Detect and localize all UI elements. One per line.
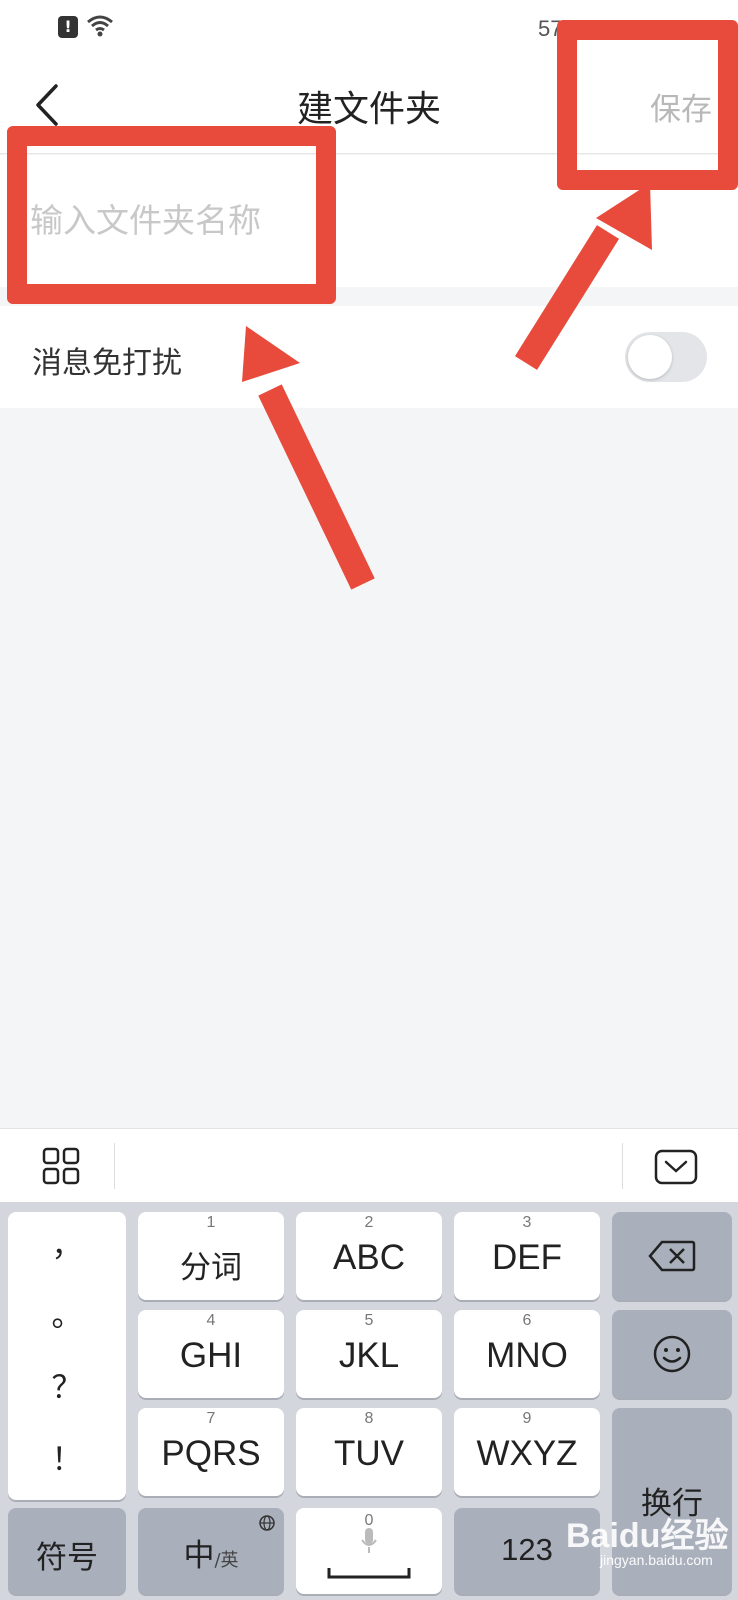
- key-7[interactable]: 7 PQRS: [138, 1408, 284, 1496]
- key-6[interactable]: 6 MNO: [454, 1310, 600, 1398]
- do-not-disturb-label: 消息免打扰: [32, 346, 182, 381]
- key-label: 分词: [180, 1250, 242, 1286]
- do-not-disturb-row: 消息免打扰: [0, 306, 738, 408]
- key-number: 9: [522, 1410, 532, 1427]
- watermark-logo: Baidu经验: [566, 1517, 729, 1555]
- key-2[interactable]: 2 ABC: [296, 1212, 442, 1300]
- key-label: TUV: [334, 1434, 404, 1473]
- keyboard-toolbar: [0, 1128, 738, 1202]
- space-bar-icon: [327, 1568, 411, 1579]
- key-label: PQRS: [161, 1434, 261, 1473]
- language-main: 中: [183, 1538, 215, 1574]
- alert-icon: !: [58, 16, 78, 38]
- symbol-label: 符号: [36, 1540, 98, 1576]
- key-number: 7: [206, 1410, 216, 1427]
- key-number: 1: [206, 1214, 216, 1231]
- language-label: 中/英: [138, 1530, 284, 1575]
- key-label: DEF: [492, 1238, 562, 1277]
- key-label: JKL: [338, 1336, 400, 1375]
- punct-question-key[interactable]: ？: [8, 1362, 126, 1407]
- toolbar-divider: [114, 1143, 115, 1189]
- key-1[interactable]: 1 分词: [138, 1212, 284, 1300]
- microphone-icon: [361, 1528, 377, 1553]
- key-number: 5: [364, 1312, 374, 1329]
- key-4[interactable]: 4 GHI: [138, 1310, 284, 1398]
- key-number: 8: [364, 1410, 374, 1427]
- keyboard-hide-icon[interactable]: [654, 1149, 698, 1185]
- wifi-icon: [87, 15, 113, 37]
- language-switch-key[interactable]: 中/英: [138, 1508, 284, 1594]
- annotation-box-save: [557, 20, 738, 190]
- language-sub: /英: [214, 1550, 239, 1571]
- key-5[interactable]: 5 JKL: [296, 1310, 442, 1398]
- key-8[interactable]: 8 TUV: [296, 1408, 442, 1496]
- space-key[interactable]: 0: [296, 1508, 442, 1594]
- key-9[interactable]: 9 WXYZ: [454, 1408, 600, 1496]
- punct-comma-key[interactable]: ，: [8, 1220, 126, 1265]
- backspace-icon: [648, 1240, 696, 1272]
- key-label: WXYZ: [476, 1434, 578, 1473]
- key-number: 6: [522, 1312, 532, 1329]
- toggle-knob: [628, 335, 672, 379]
- key-number: 4: [206, 1312, 216, 1329]
- punct-exclaim-key[interactable]: ！: [8, 1434, 126, 1479]
- backspace-key[interactable]: [612, 1212, 732, 1300]
- emoji-key[interactable]: [612, 1310, 732, 1398]
- toolbar-divider: [622, 1143, 623, 1189]
- grid-icon[interactable]: [42, 1147, 80, 1185]
- key-3[interactable]: 3 DEF: [454, 1212, 600, 1300]
- annotation-box-input: [7, 126, 336, 304]
- punctuation-column: ， 。 ？ ！: [8, 1212, 126, 1500]
- key-number: 2: [364, 1214, 374, 1231]
- watermark-url: jingyan.baidu.com: [600, 1552, 713, 1568]
- emoji-icon: [653, 1335, 691, 1373]
- punct-period-key[interactable]: 。: [8, 1290, 126, 1335]
- do-not-disturb-toggle[interactable]: [625, 332, 707, 382]
- key-number: 3: [522, 1214, 532, 1231]
- key-label: MNO: [486, 1336, 568, 1375]
- symbol-key[interactable]: 符号: [8, 1508, 126, 1594]
- key-label: GHI: [179, 1336, 243, 1375]
- key-label: ABC: [333, 1238, 405, 1277]
